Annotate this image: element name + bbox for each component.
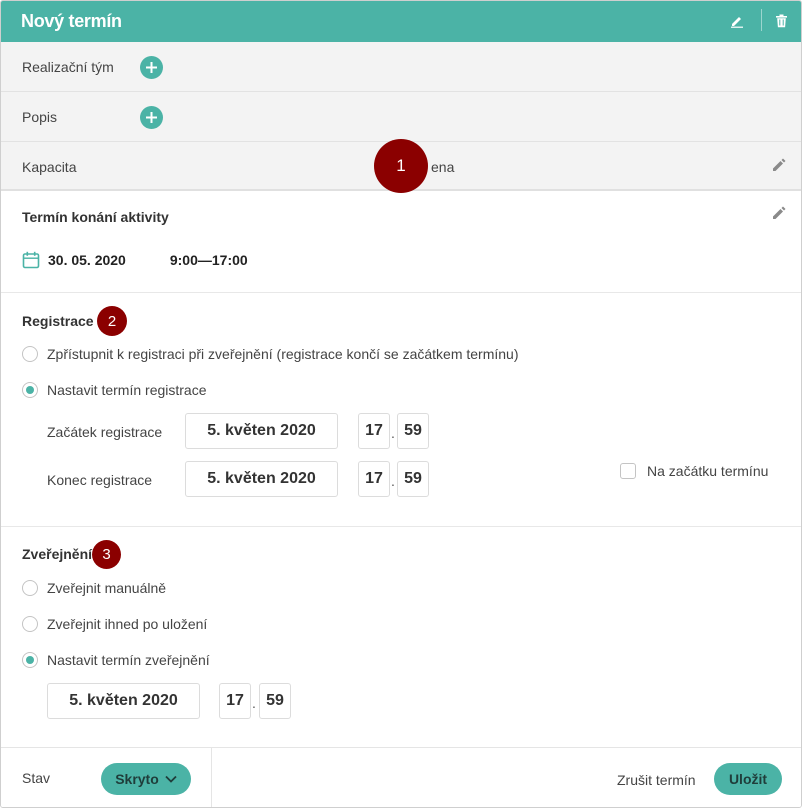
registration-start-date-field[interactable]: 5. květen 2020	[185, 413, 338, 449]
dialog-title: Nový termín	[21, 11, 122, 31]
status-label: Stav	[22, 770, 51, 786]
description-label: Popis	[22, 109, 58, 125]
dialog-footer: Stav Skryto Zrušit termín Uložit	[1, 747, 801, 807]
description-row: Popis	[1, 92, 801, 142]
header-separator	[761, 9, 762, 31]
registration-start-hour-field[interactable]: 17	[358, 413, 390, 449]
step-badge-1: 1	[374, 139, 428, 193]
add-description-button[interactable]	[140, 106, 163, 129]
add-team-button[interactable]	[140, 56, 163, 79]
save-button[interactable]: Uložit	[714, 763, 782, 795]
team-row: Realizační tým	[1, 42, 801, 92]
publishing-title: Zveřejnění	[22, 546, 93, 562]
footer-separator	[211, 748, 212, 807]
pencil-icon[interactable]	[772, 206, 786, 220]
radio-button-selected[interactable]	[22, 382, 38, 398]
publish-option-manual-label: Zveřejnit manuálně	[47, 580, 167, 596]
team-label: Realizační tým	[22, 59, 114, 75]
radio-button[interactable]	[22, 580, 38, 596]
publish-option-scheduled[interactable]: Nastavit termín zveřejnění	[22, 652, 210, 668]
at-term-start-checkbox[interactable]	[620, 463, 636, 479]
registration-start-minute-field[interactable]: 59	[397, 413, 429, 449]
registration-end-label: Konec registrace	[47, 472, 153, 488]
at-term-start-label: Na začátku termínu	[647, 463, 769, 479]
publish-option-scheduled-label: Nastavit termín zveřejnění	[47, 652, 210, 668]
term-date: 30. 05. 2020	[48, 252, 126, 268]
registration-end-date-field[interactable]: 5. květen 2020	[185, 461, 338, 497]
publish-option-manual[interactable]: Zveřejnit manuálně	[22, 580, 166, 596]
divider	[1, 526, 801, 527]
plus-icon	[146, 112, 157, 123]
step-badge-3: 3	[92, 540, 121, 569]
plus-icon	[146, 62, 157, 73]
term-date-line: 30. 05. 2020 9:00—17:00	[22, 251, 248, 269]
capacity-label: Kapacita	[22, 159, 77, 175]
registration-option-publish-label: Zpřístupnit k registraci při zveřejnění …	[47, 346, 519, 362]
registration-title: Registrace	[22, 313, 94, 329]
time-separator: .	[391, 473, 395, 489]
step-badge-2: 2	[97, 306, 127, 336]
pencil-icon	[731, 17, 743, 28]
pencil-icon[interactable]	[772, 158, 786, 172]
dialog: Nový termín Realizační tým Popis Kapacit…	[0, 0, 802, 808]
at-term-start-option[interactable]: Na začátku termínu	[620, 463, 768, 479]
publish-option-immediate-label: Zveřejnit ihned po uložení	[47, 616, 208, 632]
edit-button[interactable]	[727, 11, 747, 31]
divider	[1, 292, 801, 293]
radio-button-selected[interactable]	[22, 652, 38, 668]
delete-button[interactable]	[771, 11, 791, 31]
chevron-down-icon	[165, 775, 177, 783]
registration-option-publish[interactable]: Zpřístupnit k registraci při zveřejnění …	[22, 346, 519, 362]
calendar-icon	[22, 251, 40, 269]
trash-icon	[775, 14, 787, 28]
status-dropdown[interactable]: Skryto	[101, 763, 191, 795]
radio-button[interactable]	[22, 346, 38, 362]
status-value: Skryto	[115, 771, 159, 787]
dialog-header: Nový termín	[1, 1, 801, 42]
time-separator: .	[391, 425, 395, 441]
registration-end-minute-field[interactable]: 59	[397, 461, 429, 497]
term-title: Termín konání aktivity	[22, 209, 169, 225]
radio-button[interactable]	[22, 616, 38, 632]
registration-start-label: Začátek registrace	[47, 424, 163, 440]
capacity-value: ena	[431, 159, 455, 175]
registration-option-custom-label: Nastavit termín registrace	[47, 382, 207, 398]
registration-end-hour-field[interactable]: 17	[358, 461, 390, 497]
registration-option-custom[interactable]: Nastavit termín registrace	[22, 382, 207, 398]
time-separator: .	[252, 695, 256, 711]
publish-option-immediate[interactable]: Zveřejnit ihned po uložení	[22, 616, 207, 632]
term-time: 9:00—17:00	[169, 252, 248, 268]
publish-minute-field[interactable]: 59	[259, 683, 291, 719]
publish-hour-field[interactable]: 17	[219, 683, 251, 719]
publish-date-field[interactable]: 5. květen 2020	[47, 683, 200, 719]
cancel-term-button[interactable]: Zrušit termín	[617, 772, 696, 788]
